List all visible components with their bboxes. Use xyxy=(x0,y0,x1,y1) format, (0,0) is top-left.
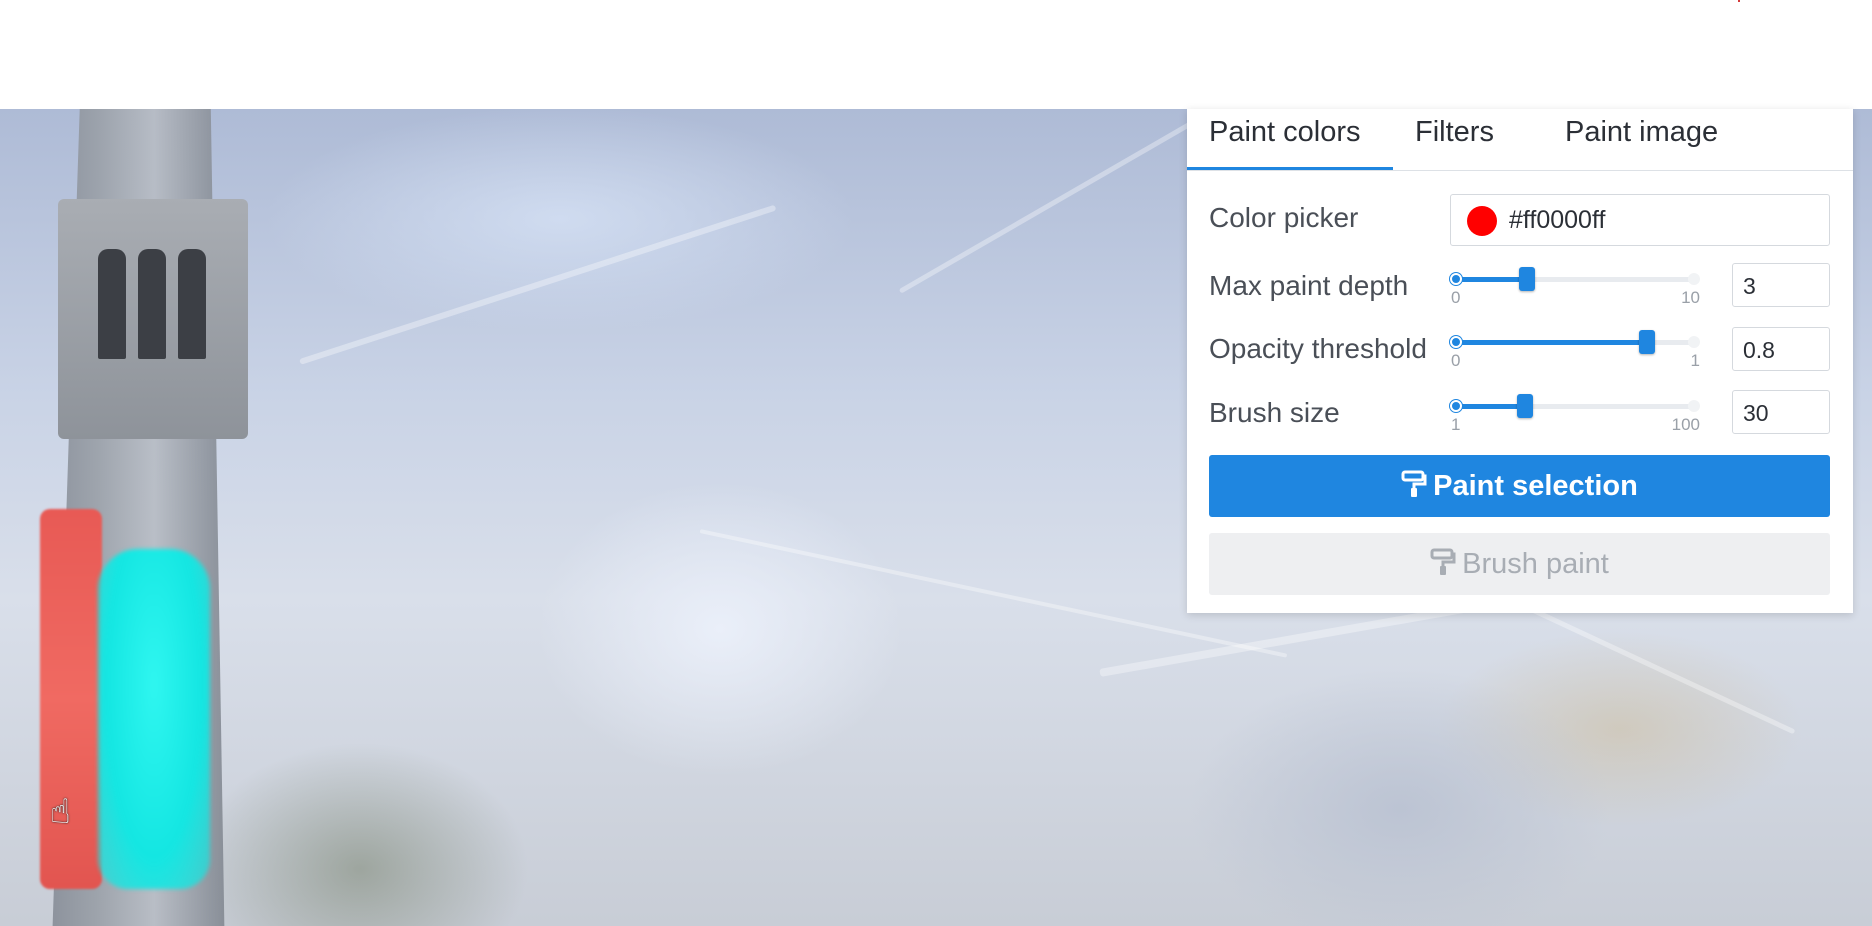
slider-fill xyxy=(1455,404,1525,409)
slider-start-dot xyxy=(1450,273,1462,285)
tab-filters[interactable]: Filters xyxy=(1393,109,1516,170)
red-dot-marker xyxy=(1738,0,1740,2)
tower-window xyxy=(98,249,126,359)
max-paint-depth-label: Max paint depth xyxy=(1209,270,1409,301)
paint-panel: Paint colors Filters Paint image Color p… xyxy=(1187,109,1853,613)
brush-paint-button[interactable]: Brush paint xyxy=(1209,533,1830,595)
max-paint-depth-slider[interactable]: 0 10 xyxy=(1450,262,1700,310)
tower-window xyxy=(138,249,166,359)
slider-min-label: 0 xyxy=(1451,288,1461,307)
hand-cursor-icon: ☝ xyxy=(50,793,71,831)
slider-end-dot xyxy=(1688,273,1700,285)
slider-fill xyxy=(1455,340,1647,345)
slider-end-dot xyxy=(1688,336,1700,348)
slider-thumb[interactable] xyxy=(1519,267,1535,291)
brush-size-input[interactable]: 30 xyxy=(1732,390,1830,434)
top-bar xyxy=(0,0,1872,116)
tab-paint-colors[interactable]: Paint colors xyxy=(1187,109,1393,170)
scene-streak xyxy=(898,109,1231,294)
clock-tower-belfry xyxy=(58,199,248,439)
color-value[interactable]: #ff0000ff xyxy=(1509,206,1605,235)
slider-min-label: 1 xyxy=(1451,415,1461,434)
paint-roller-icon xyxy=(1401,458,1427,520)
slider-start-dot xyxy=(1450,400,1462,412)
cyan-paint-stroke xyxy=(98,549,210,889)
slider-start-dot xyxy=(1450,336,1462,348)
slider-fill xyxy=(1455,277,1527,282)
opacity-threshold-input[interactable]: 0.8 xyxy=(1732,327,1830,371)
slider-end-dot xyxy=(1688,400,1700,412)
slider-min-label: 0 xyxy=(1451,351,1461,370)
slider-thumb[interactable] xyxy=(1639,330,1655,354)
opacity-threshold-slider[interactable]: 0 1 xyxy=(1450,325,1700,373)
color-picker-label: Color picker xyxy=(1209,202,1359,233)
max-paint-depth-input[interactable]: 3 xyxy=(1732,263,1830,307)
slider-max-label: 10 xyxy=(1681,288,1700,307)
slider-max-label: 100 xyxy=(1671,415,1700,434)
color-swatch[interactable] xyxy=(1467,206,1497,236)
tower-window xyxy=(178,249,206,359)
brush-size-label: Brush size xyxy=(1209,397,1340,428)
opacity-threshold-label: Opacity threshold xyxy=(1209,333,1427,364)
red-paint-stroke xyxy=(40,509,102,889)
brush-paint-label: Brush paint xyxy=(1462,548,1609,580)
slider-max-label: 1 xyxy=(1690,351,1700,370)
color-picker-input[interactable]: #ff0000ff xyxy=(1450,194,1830,246)
slider-thumb[interactable] xyxy=(1516,394,1533,418)
paint-selection-label: Paint selection xyxy=(1433,470,1638,502)
scene-streak xyxy=(299,204,777,365)
panel-tabs: Paint colors Filters Paint image xyxy=(1187,109,1853,171)
paint-selection-button[interactable]: Paint selection xyxy=(1209,455,1830,517)
brush-size-slider[interactable]: 1 100 xyxy=(1450,389,1700,437)
tab-paint-image[interactable]: Paint image xyxy=(1543,109,1740,170)
paint-roller-icon xyxy=(1430,536,1456,598)
